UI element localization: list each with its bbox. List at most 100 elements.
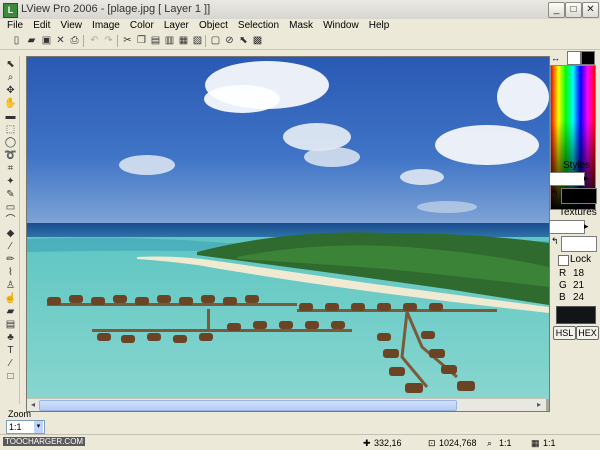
pixel-ratio-icon: ▦ <box>531 438 540 448</box>
gradient-tool-icon[interactable]: ▤ <box>4 319 17 331</box>
horizontal-scrollbar[interactable]: ◂ ▸ <box>27 398 546 411</box>
rectangle-tool-icon[interactable]: □ <box>4 371 17 383</box>
cursor-crosshair-icon: ✚ <box>363 438 371 448</box>
textures-dropdown-icon[interactable]: ▸ <box>584 221 589 232</box>
paste-new-layer-icon[interactable]: ▥ <box>163 34 176 47</box>
close-button[interactable]: ✕ <box>582 2 599 18</box>
textures-label: Textures <box>559 207 597 218</box>
scroll-right-icon[interactable]: ▸ <box>534 400 544 410</box>
blue-channel-value: 24 <box>573 292 585 303</box>
menu-selection[interactable]: Selection <box>238 19 279 33</box>
zoom-value: 1:1 <box>9 422 22 432</box>
stamp-tool-icon[interactable]: ♙ <box>4 280 17 292</box>
toolbar-divider <box>117 35 118 47</box>
chevron-down-icon[interactable]: ▾ <box>34 421 43 433</box>
marquee-tool-icon[interactable]: ▬ <box>4 111 17 123</box>
menu-file[interactable]: File <box>7 19 23 33</box>
eyedropper-tool-icon[interactable]: ✎ <box>4 189 17 201</box>
zoom-control: Zoom 1:1 ▾ <box>4 408 45 435</box>
menu-mask[interactable]: Mask <box>289 19 313 33</box>
hsl-button[interactable]: HSL <box>553 326 576 340</box>
fill-tool-icon[interactable]: ◆ <box>4 228 17 240</box>
fill-style-swatch[interactable] <box>561 188 597 204</box>
arrow-tool-icon[interactable]: ⬉ <box>4 59 17 71</box>
main-toolbar: ▯ ▰ ▣ ✕ ⎙ ↶ ↷ ✂ ❐ ▤ ▥ ▦ ▧ ▢ ⊘ ⬉ ▩ <box>0 33 600 50</box>
lasso-tool-icon[interactable]: ➰ <box>4 150 17 162</box>
save-icon[interactable]: ▣ <box>40 34 53 47</box>
copy-icon[interactable]: ❐ <box>135 34 148 47</box>
picture-tube-tool-icon[interactable]: ♣ <box>4 332 17 344</box>
pen-tool-icon[interactable]: ✏ <box>4 254 17 266</box>
eraser-tool-icon[interactable]: ▰ <box>4 306 17 318</box>
hex-button[interactable]: HEX <box>576 326 599 340</box>
green-channel-value: 21 <box>573 280 585 291</box>
paste-icon[interactable]: ▤ <box>149 34 162 47</box>
text-tool-icon[interactable]: T <box>4 345 17 357</box>
cursor-position: 332,16 <box>374 438 402 448</box>
menu-window[interactable]: Window <box>323 19 359 33</box>
smudge-tool-icon[interactable]: ☝ <box>4 293 17 305</box>
styles-dropdown-icon[interactable]: ▸ <box>584 173 589 184</box>
rect-select-tool-icon[interactable]: ⬚ <box>4 124 17 136</box>
menu-color[interactable]: Color <box>130 19 154 33</box>
foreground-color-swatch[interactable] <box>581 51 595 65</box>
crop-tool-icon[interactable]: ⌗ <box>4 163 17 175</box>
open-folder-icon[interactable]: ▰ <box>25 34 38 47</box>
menu-object[interactable]: Object <box>199 19 228 33</box>
menu-layer[interactable]: Layer <box>164 19 189 33</box>
undo-icon[interactable]: ↶ <box>88 34 101 47</box>
scrollbar-thumb[interactable] <box>39 400 457 411</box>
zoom-ratio-icon: ⌕ <box>487 438 493 448</box>
maximize-button[interactable]: □ <box>565 2 582 18</box>
watermark-text: TOOCHARGER.COM <box>3 437 86 446</box>
texture-swatch[interactable] <box>561 236 597 252</box>
beach-photo <box>27 57 549 399</box>
menu-help[interactable]: Help <box>369 19 390 33</box>
toolbar-divider <box>83 35 84 47</box>
fg-bg-color-swatches[interactable]: ↔ <box>549 50 597 66</box>
swap-colors-icon[interactable]: ↔ <box>551 53 560 63</box>
clipboard-icon[interactable]: ▧ <box>191 34 204 47</box>
red-channel-label: R <box>559 268 567 279</box>
no-mask-icon[interactable]: ⊘ <box>223 34 236 47</box>
toolbar-divider <box>205 35 206 47</box>
grid-icon[interactable]: ▩ <box>251 34 264 47</box>
zoom-select[interactable]: 1:1 ▾ <box>6 420 45 434</box>
line-tool-icon[interactable]: ∕ <box>4 358 17 370</box>
new-file-icon[interactable]: ▯ <box>10 34 23 47</box>
cut-icon[interactable]: ✂ <box>121 34 134 47</box>
style-link-icon[interactable]: ↰ <box>551 188 559 199</box>
redo-icon[interactable]: ↷ <box>102 34 115 47</box>
background-color-swatch[interactable] <box>567 51 581 65</box>
lock-checkbox[interactable] <box>558 255 569 266</box>
cursor-select-icon[interactable]: ⬉ <box>237 34 250 47</box>
close-file-icon[interactable]: ✕ <box>54 34 67 47</box>
textures-swatch[interactable] <box>549 220 585 234</box>
hand-tool-icon[interactable]: ✋ <box>4 98 17 110</box>
styles-swatch[interactable] <box>549 172 585 186</box>
menu-edit[interactable]: Edit <box>33 19 50 33</box>
zoom-ratio: 1:1 <box>499 438 512 448</box>
paste-selection-icon[interactable]: ▦ <box>177 34 190 47</box>
retouch-tool-icon[interactable]: ⌒ <box>4 215 17 227</box>
zoom-tool-icon[interactable]: ⌕ <box>4 72 17 84</box>
green-channel-label: G <box>559 280 567 291</box>
current-color-preview <box>556 306 596 324</box>
menu-image[interactable]: Image <box>92 19 120 33</box>
magic-wand-tool-icon[interactable]: ✦ <box>4 176 17 188</box>
menu-bar: File Edit View Image Color Layer Object … <box>0 19 600 33</box>
tool-palette: ⬉ ⌕ ✥ ✋ ▬ ⬚ ◯ ➰ ⌗ ✦ ✎ ▭ ⌒ ◆ ∕ ✏ ⌇ ♙ ☝ ▰ … <box>2 56 20 404</box>
airbrush-tool-icon[interactable]: ⌇ <box>4 267 17 279</box>
menu-view[interactable]: View <box>60 19 82 33</box>
ellipse-select-tool-icon[interactable]: ◯ <box>4 137 17 149</box>
shape-tool-icon[interactable]: ▭ <box>4 202 17 214</box>
zoom-label: Zoom <box>8 409 32 419</box>
print-icon[interactable]: ⎙ <box>68 34 81 47</box>
color-panel: ↔ Styles ▸ ↰ Textures ▸ ↰ Lock R 18 G 21… <box>549 50 600 370</box>
move-tool-icon[interactable]: ✥ <box>4 85 17 97</box>
brush-tool-icon[interactable]: ∕ <box>4 241 17 253</box>
image-canvas[interactable] <box>26 56 550 412</box>
fit-window-icon[interactable]: ▢ <box>209 34 222 47</box>
minimize-button[interactable]: _ <box>548 2 565 18</box>
texture-link-icon[interactable]: ↰ <box>551 236 559 247</box>
